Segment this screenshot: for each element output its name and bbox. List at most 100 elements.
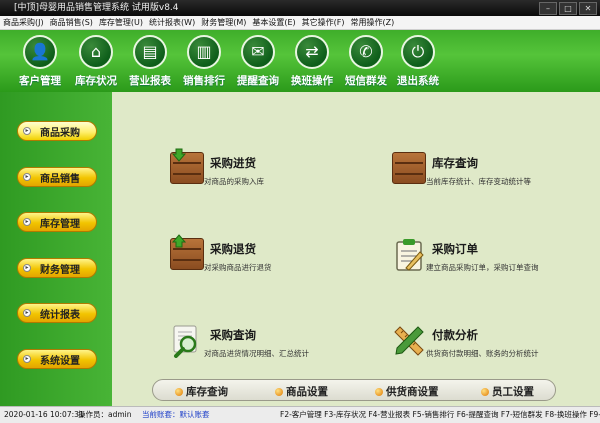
- sidebar-item-purchase[interactable]: ▸ 商品采购: [17, 121, 97, 141]
- main-toolbar: 👤 客户管理 ⌂ 库存状况 ▤ 营业报表 ▥ 销售排行 ✉ 提醒查询 ⇄ 换班操…: [0, 30, 600, 92]
- arrow-right-icon: ▸: [23, 264, 31, 272]
- house-icon: ⌂: [79, 35, 113, 69]
- toolbar-label: 短信群发: [345, 75, 387, 87]
- feature-purchase-query[interactable]: 采购查询 对商品进货情况明细、汇总统计: [170, 324, 320, 364]
- arrow-right-icon: ▸: [23, 309, 31, 317]
- magnifier-icon: [170, 324, 204, 358]
- sms-icon: ✆: [349, 35, 383, 69]
- toolbar-shift-button[interactable]: ⇄ 换班操作: [282, 35, 342, 91]
- toolbar-label: 营业报表: [129, 75, 171, 87]
- sidebar-item-label: 财务管理: [40, 265, 80, 276]
- menu-item-inventory[interactable]: 库存管理(U): [96, 16, 146, 29]
- feature-purchase-return[interactable]: 采购退货 对采购商品进行退货: [170, 234, 320, 278]
- feature-purchase-order[interactable]: 采购订单 建立商品采购订单，采购订单查询: [392, 238, 572, 278]
- close-icon[interactable]: ✕: [579, 2, 597, 15]
- toolbar-sms-button[interactable]: ✆ 短信群发: [336, 35, 396, 91]
- sidebar-item-sales[interactable]: ▸ 商品销售: [17, 167, 97, 187]
- arrow-right-icon: ▸: [23, 218, 31, 226]
- swap-icon: ⇄: [295, 35, 329, 69]
- purchase-box-icon: [170, 148, 204, 186]
- report-icon: ▤: [133, 35, 167, 69]
- menu-item-settings[interactable]: 基本设置(E): [249, 16, 298, 29]
- bullet-icon: [481, 388, 489, 396]
- menu-bar: 商品采购(J) 商品销售(S) 库存管理(U) 统计报表(W) 财务管理(M) …: [0, 16, 600, 30]
- feature-desc: 对商品进货情况明细、汇总统计: [204, 349, 309, 358]
- quick-link-inventory-query[interactable]: 库存查询: [175, 384, 228, 399]
- message-icon: ✉: [241, 35, 275, 69]
- menu-item-purchase[interactable]: 商品采购(J): [0, 16, 47, 29]
- quick-link-label: 商品设置: [286, 386, 328, 398]
- feature-title: 采购进货: [210, 156, 256, 170]
- inventory-box-icon: [392, 152, 426, 186]
- toolbar-label: 退出系统: [397, 75, 439, 87]
- sidebar-item-reports[interactable]: ▸ 统计报表: [17, 303, 97, 323]
- feature-desc: 对商品的采购入库: [204, 177, 264, 186]
- main-panel: 采购进货 对商品的采购入库 库存查询 当前库存统计、库存变动统计等 采购退货 对…: [112, 92, 600, 406]
- feature-desc: 对采购商品进行退货: [204, 263, 272, 272]
- window-title: [中顶]母婴用品销售管理系统 试用版v8.4: [14, 3, 179, 13]
- toolbar-label: 提醒查询: [237, 75, 279, 87]
- quick-link-label: 库存查询: [186, 386, 228, 398]
- bullet-icon: [375, 388, 383, 396]
- toolbar-report-button[interactable]: ▤ 营业报表: [120, 35, 180, 91]
- feature-desc: 建立商品采购订单，采购订单查询: [426, 263, 539, 272]
- toolbar-reminder-button[interactable]: ✉ 提醒查询: [228, 35, 288, 91]
- return-box-icon: [170, 234, 204, 272]
- power-icon: ⏻: [401, 35, 435, 69]
- quick-link-label: 员工设置: [492, 386, 534, 398]
- feature-title: 采购订单: [432, 242, 478, 256]
- menu-item-sales[interactable]: 商品销售(S): [47, 16, 96, 29]
- quick-link-supplier-settings[interactable]: 供货商设置: [375, 384, 439, 399]
- sidebar-item-label: 商品采购: [40, 128, 80, 139]
- toolbar-label: 客户管理: [19, 75, 61, 87]
- menu-item-common[interactable]: 常用操作(Z): [348, 16, 398, 29]
- toolbar-inventory-button[interactable]: ⌂ 库存状况: [66, 35, 126, 91]
- feature-title: 采购查询: [210, 328, 256, 342]
- bullet-icon: [275, 388, 283, 396]
- status-datetime: 2020-01-16 10:07:31: [4, 410, 84, 419]
- menu-item-finance[interactable]: 财务管理(M): [198, 16, 249, 29]
- sidebar-item-label: 统计报表: [40, 310, 80, 321]
- toolbar-exit-button[interactable]: ⏻ 退出系统: [388, 35, 448, 91]
- sidebar-item-inventory[interactable]: ▸ 库存管理: [17, 212, 97, 232]
- sidebar-item-label: 库存管理: [40, 219, 80, 230]
- customer-icon: 👤: [23, 35, 57, 69]
- feature-title: 付款分析: [432, 328, 478, 342]
- toolbar-label: 换班操作: [291, 75, 333, 87]
- feature-payment-analysis[interactable]: 付款分析 供货商付款明细、账务的分析统计: [392, 324, 572, 364]
- quick-link-employee-settings[interactable]: 员工设置: [481, 384, 534, 399]
- toolbar-ranking-button[interactable]: ▥ 销售排行: [174, 35, 234, 91]
- toolbar-label: 库存状况: [75, 75, 117, 87]
- maximize-icon[interactable]: □: [559, 2, 577, 15]
- feature-desc: 供货商付款明细、账务的分析统计: [426, 349, 539, 358]
- title-bar: [中顶]母婴用品销售管理系统 试用版v8.4 – □ ✕: [0, 0, 600, 16]
- sidebar-item-label: 商品销售: [40, 174, 80, 185]
- sidebar-item-label: 系统设置: [40, 356, 80, 367]
- minimize-icon[interactable]: –: [539, 2, 557, 15]
- status-bar: 2020-01-16 10:07:31 操作员：admin 当前账套：默认账套 …: [0, 406, 600, 423]
- feature-title: 库存查询: [432, 156, 478, 170]
- arrow-right-icon: ▸: [23, 173, 31, 181]
- feature-title: 采购退货: [210, 242, 256, 256]
- arrow-right-icon: ▸: [23, 127, 31, 135]
- feature-inventory-query[interactable]: 库存查询 当前库存统计、库存变动统计等: [392, 152, 572, 192]
- menu-item-reports[interactable]: 统计报表(W): [146, 16, 198, 29]
- feature-purchase-in[interactable]: 采购进货 对商品的采购入库: [170, 148, 320, 192]
- quick-link-label: 供货商设置: [386, 386, 439, 398]
- sidebar-item-settings[interactable]: ▸ 系统设置: [17, 349, 97, 369]
- toolbar-label: 销售排行: [183, 75, 225, 87]
- ruler-pencil-icon: [392, 324, 426, 358]
- status-account: 当前账套：默认账套: [142, 410, 210, 419]
- status-operator: 操作员：admin: [78, 410, 132, 419]
- menu-item-other[interactable]: 其它操作(F): [299, 16, 348, 29]
- sidebar-item-finance[interactable]: ▸ 财务管理: [17, 258, 97, 278]
- arrow-right-icon: ▸: [23, 355, 31, 363]
- order-clipboard-icon: [392, 238, 426, 272]
- toolbar-customer-button[interactable]: 👤 客户管理: [10, 35, 70, 91]
- quick-links-bar: 库存查询 商品设置 供货商设置 员工设置: [152, 379, 556, 401]
- feature-desc: 当前库存统计、库存变动统计等: [426, 177, 531, 186]
- status-shortcuts: F2-客户管理 F3-库存状况 F4-营业报表 F5-销售排行 F6-提醒查询 …: [280, 410, 600, 419]
- quick-link-product-settings[interactable]: 商品设置: [275, 384, 328, 399]
- bullet-icon: [175, 388, 183, 396]
- bar-chart-icon: ▥: [187, 35, 221, 69]
